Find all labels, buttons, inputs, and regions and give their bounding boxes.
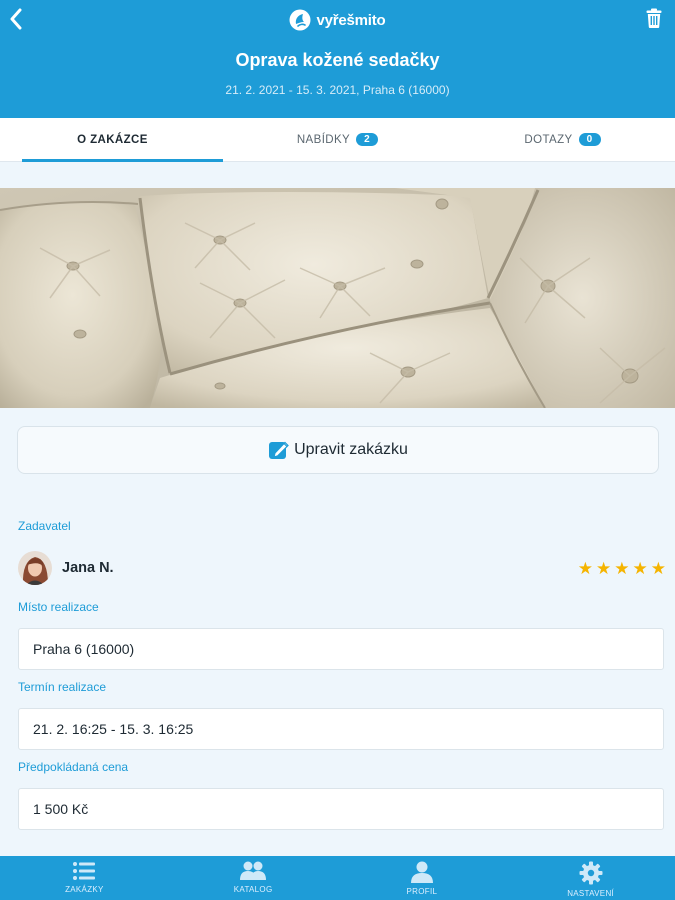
tab-about-job[interactable]: O ZAKÁZCE [0, 118, 225, 162]
price-value: 1 500 Kč [33, 801, 89, 817]
tab-offers[interactable]: NABÍDKY 2 [225, 118, 450, 161]
term-field: 21. 2. 16:25 - 15. 3. 16:25 [18, 708, 664, 750]
edit-icon [269, 441, 289, 459]
list-icon [73, 862, 96, 880]
edit-job-label: Upravit zakázku [294, 441, 408, 458]
edit-job-button[interactable]: Upravit zakázku [17, 426, 659, 474]
nav-catalog[interactable]: KATALOG [169, 856, 338, 900]
tab-label: O ZAKÁZCE [77, 133, 148, 146]
rating-stars: ★ ★ ★ ★ ★ [578, 560, 666, 577]
trash-icon [646, 8, 662, 28]
star-icon: ★ [577, 558, 593, 578]
questions-count-badge: 0 [578, 133, 601, 146]
person-icon [410, 861, 433, 883]
nav-label: KATALOG [233, 885, 273, 894]
gear-icon [579, 861, 603, 885]
nav-jobs[interactable]: ZAKÁZKY [0, 856, 169, 900]
location-label: Místo realizace [18, 600, 99, 614]
term-value: 21. 2. 16:25 - 15. 3. 16:25 [33, 721, 194, 737]
job-photo[interactable] [0, 188, 675, 408]
star-icon: ★ [632, 558, 648, 578]
location-value: Praha 6 (16000) [33, 641, 135, 657]
price-field: 1 500 Kč [18, 788, 664, 830]
location-field: Praha 6 (16000) [18, 628, 664, 670]
offers-count-badge: 2 [356, 133, 379, 146]
avatar-image [18, 551, 52, 585]
avatar [18, 551, 52, 585]
tab-label: DOTAZY [524, 133, 573, 146]
app-header: vyřešmito Oprava kožené sedačky 21. 2. 2… [0, 0, 675, 118]
page-title: Oprava kožené sedačky [235, 50, 440, 70]
nav-label: NASTAVENÍ [567, 889, 615, 898]
nav-profile[interactable]: PROFIL [338, 856, 507, 900]
star-icon: ★ [596, 558, 612, 578]
page-subtitle: 21. 2. 2021 - 15. 3. 2021, Praha 6 (1600… [225, 83, 450, 97]
client-section-label: Zadavatel [18, 519, 71, 533]
nav-label: PROFIL [406, 887, 438, 896]
term-label: Termín realizace [18, 680, 107, 694]
price-label: Předpokládaná cena [18, 760, 129, 774]
nav-settings[interactable]: NASTAVENÍ [506, 856, 675, 900]
star-icon: ★ [614, 558, 630, 578]
tab-bar: O ZAKÁZCE NABÍDKY 2 DOTAZY 0 [0, 118, 675, 162]
logo-text: vyřešmito [316, 11, 386, 29]
nav-label: ZAKÁZKY [65, 885, 104, 894]
logo-icon [289, 9, 311, 31]
app-logo: vyřešmito [0, 7, 675, 33]
client-row[interactable]: Jana N. ★ ★ ★ ★ ★ [18, 550, 666, 586]
star-icon: ★ [650, 558, 666, 578]
bottom-navigation: ZAKÁZKY KATALOG PROFIL NASTAVENÍ [0, 856, 675, 900]
tab-label: NABÍDKY [296, 133, 351, 146]
users-icon [240, 861, 267, 880]
delete-button[interactable] [643, 6, 665, 30]
leather-sofa-image [0, 188, 675, 408]
client-name: Jana N. [62, 560, 114, 576]
tab-questions[interactable]: DOTAZY 0 [450, 118, 675, 161]
